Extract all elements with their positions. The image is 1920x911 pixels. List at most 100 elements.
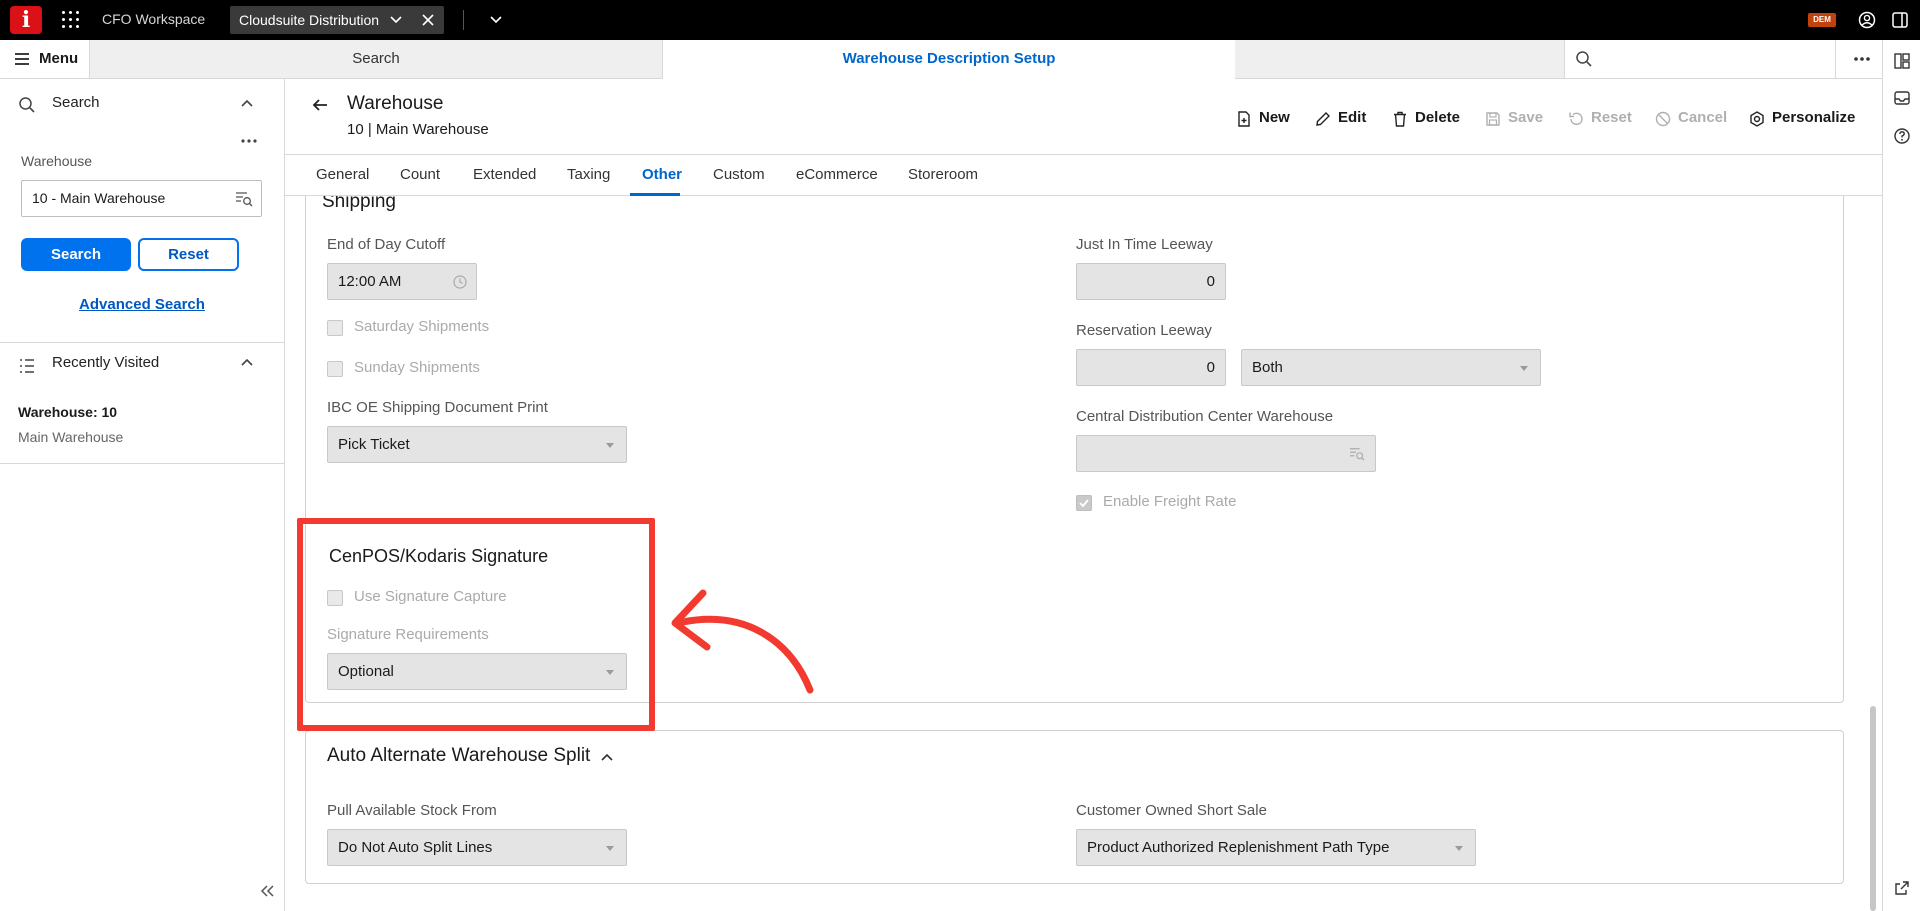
end-of-day-label: End of Day Cutoff: [327, 236, 446, 253]
page-title: Warehouse: [347, 93, 444, 114]
infor-logo[interactable]: i: [10, 6, 42, 34]
close-icon[interactable]: [418, 10, 438, 30]
save-icon: [1486, 112, 1500, 126]
ibc-shipping-select[interactable]: Pick Ticket: [327, 426, 627, 463]
external-link-icon[interactable]: [1893, 879, 1911, 897]
sidebar: Search Warehouse 10 - Main Warehouse Sea…: [0, 79, 285, 911]
signature-section-title: CenPOS/Kodaris Signature: [329, 546, 549, 566]
personalize-button-label: Personalize: [1772, 109, 1856, 126]
page-subtitle: 10 | Main Warehouse: [347, 121, 489, 138]
tab-storeroom[interactable]: Storeroom: [908, 166, 978, 183]
dropdown-caret-icon: [606, 443, 614, 448]
undo-icon: [1569, 112, 1583, 125]
enable-freight-rate-checkbox[interactable]: [1076, 495, 1092, 511]
form-content: Shipping End of Day Cutoff 12:00 AM Satu…: [285, 196, 1882, 911]
reset-button[interactable]: Reset: [138, 238, 239, 271]
layout-icon[interactable]: [1893, 52, 1911, 70]
pencil-icon: [1316, 112, 1330, 126]
inbox-icon[interactable]: [1893, 89, 1911, 107]
saturday-shipments-label: Saturday Shipments: [354, 318, 490, 335]
shipping-section-title: Shipping: [322, 196, 396, 212]
panel-toggle-icon[interactable]: [1890, 10, 1910, 30]
cdc-warehouse-field[interactable]: [1076, 435, 1376, 472]
saturday-shipments-checkbox[interactable]: [327, 320, 343, 336]
more-options-icon[interactable]: [1850, 49, 1874, 69]
search-panel-header[interactable]: Search: [0, 79, 284, 129]
cancel-icon: [1655, 111, 1671, 127]
jit-leeway-label: Just In Time Leeway: [1076, 236, 1213, 253]
enable-freight-rate-label: Enable Freight Rate: [1103, 493, 1237, 510]
sunday-shipments-checkbox[interactable]: [327, 361, 343, 377]
jit-leeway-field[interactable]: 0: [1076, 263, 1226, 300]
chevron-down-icon[interactable]: [382, 11, 410, 29]
tab-count[interactable]: Count: [400, 166, 440, 183]
use-signature-capture-checkbox[interactable]: [327, 590, 343, 606]
personalize-icon: [1750, 111, 1764, 127]
divider: [0, 342, 284, 343]
clock-icon[interactable]: [452, 274, 468, 290]
reservation-leeway-field[interactable]: 0: [1076, 349, 1226, 386]
lookup-icon[interactable]: [235, 191, 253, 207]
edit-button-label: Edit: [1338, 109, 1367, 126]
chevron-up-icon[interactable]: [239, 355, 255, 371]
app-grid-icon[interactable]: [62, 11, 80, 29]
tab-search[interactable]: Search: [90, 40, 663, 78]
auto-split-section: Auto Alternate Warehouse Split Pull Avai…: [305, 730, 1844, 884]
back-arrow-icon[interactable]: [310, 95, 330, 115]
tab-bar-empty: [1235, 40, 1565, 78]
warehouse-label: Warehouse: [21, 153, 93, 169]
menu-label: Menu: [39, 50, 79, 67]
global-search-input[interactable]: [1565, 40, 1836, 78]
tab-general[interactable]: General: [316, 166, 369, 183]
reservation-type-value: Both: [1252, 359, 1283, 376]
tab-ecommerce[interactable]: eCommerce: [796, 166, 878, 183]
customer-owned-short-sale-select[interactable]: Product Authorized Replenishment Path Ty…: [1076, 829, 1476, 866]
advanced-search-link[interactable]: Advanced Search: [0, 296, 284, 313]
cdc-warehouse-label: Central Distribution Center Warehouse: [1076, 408, 1334, 425]
new-document-icon: [1238, 111, 1250, 127]
search-icon: [1576, 51, 1592, 67]
chevron-up-icon[interactable]: [239, 96, 255, 112]
search-panel-title: Search: [52, 94, 100, 111]
sunday-shipments-label: Sunday Shipments: [354, 359, 480, 376]
tab-custom[interactable]: Custom: [713, 166, 765, 183]
reservation-leeway-label: Reservation Leeway: [1076, 322, 1212, 339]
more-options-icon[interactable]: [238, 137, 260, 145]
end-of-day-value: 12:00 AM: [338, 273, 402, 290]
signature-requirements-select[interactable]: Optional: [327, 653, 627, 690]
new-button-label: New: [1259, 109, 1290, 126]
tab-taxing[interactable]: Taxing: [567, 166, 610, 183]
search-button[interactable]: Search: [21, 238, 131, 271]
warehouse-search-input[interactable]: 10 - Main Warehouse: [21, 180, 262, 217]
menu-button[interactable]: Menu: [0, 40, 90, 78]
lookup-icon[interactable]: [1349, 447, 1365, 461]
tab-warehouse-description-setup[interactable]: Warehouse Description Setup: [663, 40, 1235, 79]
end-of-day-field[interactable]: 12:00 AM: [327, 263, 477, 300]
environment-badge: DEM: [1808, 13, 1836, 27]
signature-requirements-label: Signature Requirements: [327, 626, 489, 643]
collapse-sidebar-icon[interactable]: [258, 883, 276, 899]
customer-owned-short-sale-value: Product Authorized Replenishment Path Ty…: [1087, 839, 1390, 856]
dropdown-caret-icon: [606, 846, 614, 851]
chevron-up-icon[interactable]: [599, 751, 615, 763]
chevron-down-icon[interactable]: [486, 11, 506, 29]
recent-item-title[interactable]: Warehouse: 10: [18, 404, 117, 420]
tab-other[interactable]: Other: [642, 166, 682, 183]
reservation-type-select[interactable]: Both: [1241, 349, 1541, 386]
scrollbar-thumb[interactable]: [1870, 706, 1876, 911]
trash-icon: [1394, 111, 1406, 127]
recent-item-subtitle[interactable]: Main Warehouse: [18, 429, 123, 445]
workspace-title[interactable]: CFO Workspace: [102, 11, 205, 27]
checkmark-icon: [1079, 499, 1089, 508]
right-rail: [1882, 40, 1920, 911]
jit-leeway-value: 0: [1206, 273, 1215, 290]
app-tab[interactable]: Cloudsuite Distribution: [230, 6, 444, 34]
main-panel: Warehouse 10 | Main Warehouse New Edit D…: [285, 79, 1882, 911]
pull-stock-select[interactable]: Do Not Auto Split Lines: [327, 829, 627, 866]
scrollbar[interactable]: [1867, 196, 1879, 911]
user-profile-icon[interactable]: [1857, 10, 1877, 30]
tab-extended[interactable]: Extended: [473, 166, 536, 183]
top-bar: i CFO Workspace Cloudsuite Distribution …: [0, 0, 1920, 40]
tab-bar: Menu Search Warehouse Description Setup: [0, 40, 1920, 79]
help-icon[interactable]: [1893, 127, 1911, 145]
